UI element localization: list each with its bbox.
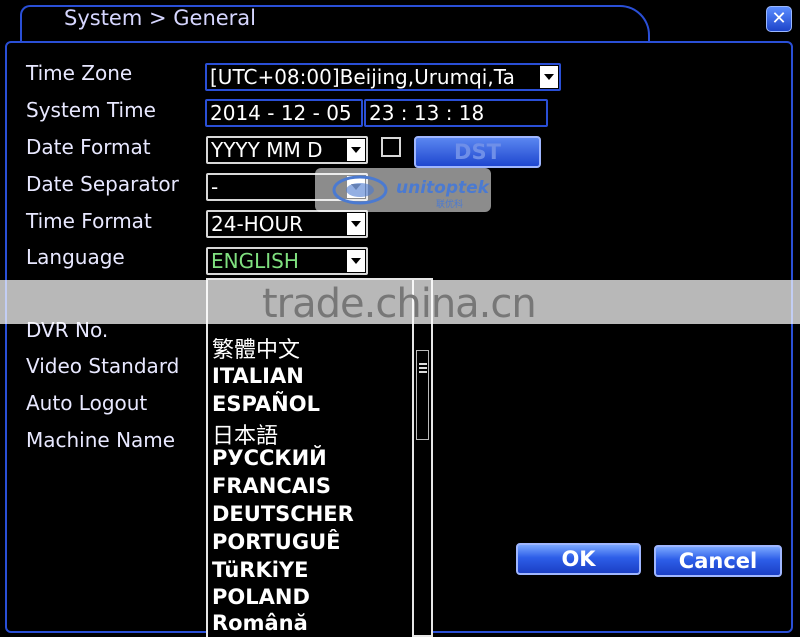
date-separator-value: -	[211, 175, 219, 199]
auto-logout-label: Auto Logout	[26, 391, 148, 415]
grip-icon	[419, 363, 427, 365]
chevron-down-icon[interactable]	[540, 66, 558, 88]
time-format-label: Time Format	[26, 209, 152, 233]
watermark-text: trade.china.cn	[262, 281, 537, 327]
language-dropdown-list[interactable]: 繁體中文 ITALIAN ESPAÑOL 日本語 РУССКИЙ FRANCAI…	[206, 278, 412, 637]
chevron-down-icon[interactable]	[347, 139, 365, 161]
grip-icon	[419, 367, 427, 369]
date-format-value: YYYY MM D	[211, 138, 323, 162]
date-value: 2014 - 12 - 05	[210, 101, 352, 125]
dst-checkbox[interactable]	[381, 137, 401, 157]
list-item[interactable]: TüRKiYE	[212, 558, 308, 582]
time-value: 23 : 13 : 18	[369, 101, 485, 125]
language-list-scrollbar[interactable]	[412, 278, 433, 637]
time-zone-value: [UTC+08:00]Beijing,Urumqi,Ta	[210, 65, 515, 89]
list-item[interactable]: Română	[212, 611, 308, 635]
time-zone-select[interactable]: [UTC+08:00]Beijing,Urumqi,Ta	[205, 63, 561, 91]
list-item[interactable]: POLAND	[212, 585, 310, 609]
scrollbar-thumb[interactable]	[416, 350, 429, 440]
list-item[interactable]: ESPAÑOL	[212, 392, 320, 416]
date-format-select[interactable]: YYYY MM D	[206, 136, 368, 164]
date-format-label: Date Format	[26, 135, 151, 159]
system-time-label: System Time	[26, 98, 156, 122]
time-input[interactable]: 23 : 13 : 18	[364, 99, 548, 127]
chevron-down-icon[interactable]	[347, 213, 365, 235]
time-zone-label: Time Zone	[26, 61, 133, 85]
ok-button[interactable]: OK	[516, 543, 641, 575]
language-select[interactable]: ENGLISH	[206, 247, 368, 275]
video-standard-label: Video Standard	[26, 354, 180, 378]
list-item[interactable]: FRANCAIS	[212, 474, 331, 498]
logo-text: unitoptek	[396, 178, 489, 198]
language-label: Language	[26, 245, 125, 269]
list-item[interactable]: 繁體中文	[212, 332, 300, 364]
cancel-button[interactable]: Cancel	[654, 545, 782, 577]
time-format-value: 24-HOUR	[211, 212, 303, 236]
window-title: System > General	[64, 6, 257, 30]
list-item[interactable]: PORTUGUÊ	[212, 530, 340, 554]
list-item[interactable]: ITALIAN	[212, 364, 304, 388]
language-value: ENGLISH	[211, 249, 299, 273]
logo-icon	[332, 175, 388, 205]
close-icon[interactable]: ✕	[766, 6, 792, 32]
grip-icon	[419, 371, 427, 373]
chevron-down-icon[interactable]	[347, 250, 365, 272]
list-item[interactable]: DEUTSCHER	[212, 502, 354, 526]
logo-subtext: 联优科	[436, 200, 464, 210]
machine-name-label: Machine Name	[26, 428, 176, 452]
time-format-select[interactable]: 24-HOUR	[206, 210, 368, 238]
list-item[interactable]: РУССКИЙ	[212, 446, 327, 470]
date-input[interactable]: 2014 - 12 - 05	[205, 99, 363, 127]
dst-button[interactable]: DST	[414, 136, 541, 168]
date-separator-label: Date Separator	[26, 172, 179, 196]
